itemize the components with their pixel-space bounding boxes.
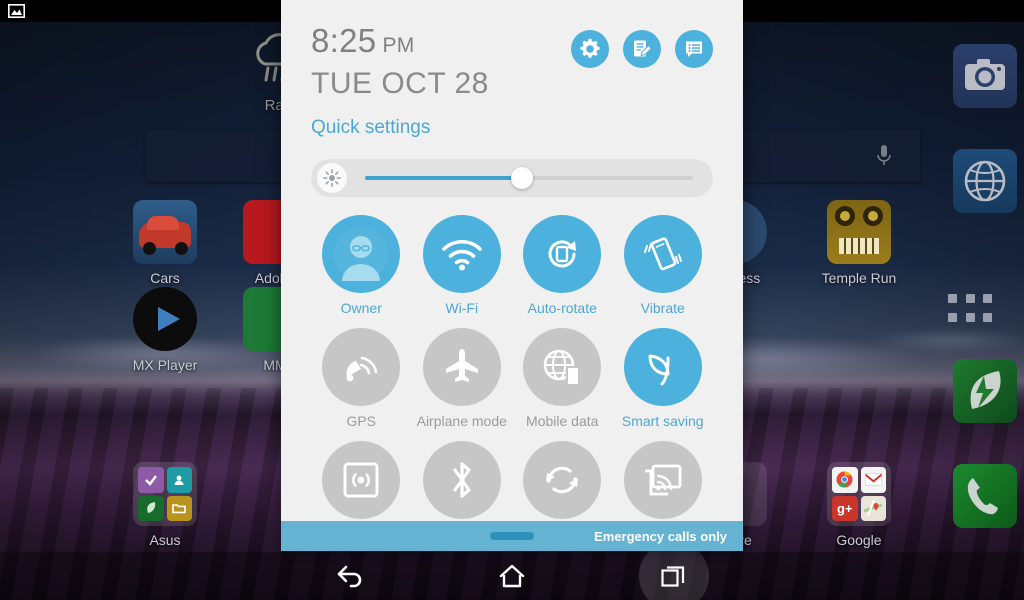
quick-toggle-label: Vibrate	[640, 299, 685, 316]
grid-dot	[948, 312, 957, 322]
app-mx-player[interactable]: MX Player	[110, 287, 220, 373]
brightness-track[interactable]	[365, 166, 693, 189]
google-folder-icon: g+	[827, 462, 891, 526]
cars-icon	[133, 200, 197, 264]
navigation-bar	[0, 552, 1024, 600]
home-button[interactable]	[457, 552, 567, 600]
brightness-thumb[interactable]	[511, 166, 534, 189]
quick-toggle-label: Wi-Fi	[445, 299, 479, 316]
panel-bottom-bar: Emergency calls only	[281, 521, 743, 551]
quick-toggle-smart-saving[interactable]: Smart saving	[613, 327, 714, 429]
clock-time: 8:25 PM	[311, 22, 415, 59]
brightness-icon	[317, 162, 347, 193]
app-label: Cars	[150, 270, 180, 286]
folder-google[interactable]: g+ Google	[804, 462, 914, 548]
clock-date: TUE OCT 28	[311, 67, 489, 100]
folder-label: Asus	[149, 532, 181, 548]
brightness-slider[interactable]	[311, 158, 713, 197]
mobile-data-icon	[523, 327, 602, 406]
panel-top-actions	[571, 24, 713, 68]
microphone-icon	[877, 145, 891, 165]
grid-dot	[965, 294, 975, 303]
bluetooth-icon	[422, 440, 501, 519]
page-title: Quick settings	[311, 116, 431, 138]
emergency-status: Emergency calls only	[594, 528, 727, 544]
quick-toggle-gps[interactable]: GPS	[311, 327, 412, 429]
quick-toggle-vibrate[interactable]: Vibrate	[613, 214, 714, 316]
panel-header: 8:25 PM TUE OCT 28 Quick settings	[311, 0, 713, 139]
camera-icon	[953, 44, 1017, 108]
auto-rotate-icon	[523, 214, 602, 293]
quick-toggle-label: Auto-rotate	[527, 299, 597, 316]
home-icon	[499, 564, 525, 588]
back-arrow-icon	[337, 565, 362, 588]
quick-toggle-airplane-mode[interactable]: Airplane mode	[412, 327, 513, 429]
clock-ampm: PM	[382, 34, 415, 57]
app-temple-run[interactable]: Temple Run	[804, 200, 914, 286]
grid-dot	[983, 294, 993, 303]
vibrate-icon	[623, 214, 702, 293]
user-avatar-icon	[322, 214, 401, 293]
leaf-icon	[623, 327, 702, 406]
quick-toggle-label: GPS	[346, 412, 377, 429]
mx-player-icon	[133, 287, 197, 351]
sync-icon	[523, 440, 602, 519]
screenshot-image-icon	[8, 4, 25, 18]
cast-screen-icon	[623, 440, 702, 519]
quick-toggle-sync[interactable]	[512, 440, 613, 526]
gps-satellite-icon	[322, 327, 401, 406]
quick-toggle-auto-rotate[interactable]: Auto-rotate	[512, 214, 613, 316]
screen: Rain Cars Adobe MX Player MM Temple Run …	[0, 0, 1024, 600]
quick-toggle-label: Smart saving	[621, 412, 704, 429]
grid-dot	[983, 312, 993, 322]
app-drawer-button[interactable]	[948, 294, 994, 324]
quick-toggle-hotspot[interactable]	[311, 440, 412, 526]
grid-dot	[965, 312, 975, 322]
phone-icon	[953, 464, 1017, 528]
quick-toggle-cast[interactable]	[613, 440, 714, 526]
quick-settings-panel: 8:25 PM TUE OCT 28 Quick settings Owner …	[281, 0, 743, 551]
quick-toggle-grid: Owner Wi-Fi Auto-rotate Vibrate GPS Airplane …	[311, 214, 714, 526]
edit-list-icon	[634, 40, 653, 57]
grid-dot	[948, 294, 957, 303]
brightness-fill	[365, 175, 523, 180]
recents-button[interactable]	[619, 552, 729, 600]
wifi-icon	[422, 214, 501, 293]
globe-icon	[953, 149, 1017, 213]
quick-toggle-owner[interactable]: Owner	[311, 214, 412, 316]
leaf-bolt-icon	[953, 359, 1017, 423]
hotspot-icon	[322, 440, 401, 519]
clock-block: 8:25 PM TUE OCT 28 Quick settings	[311, 24, 489, 139]
quick-toggle-label: Airplane mode	[416, 412, 507, 429]
dock-phone[interactable]	[930, 464, 1024, 534]
notifications-button[interactable]	[675, 30, 713, 68]
quick-toggle-label: Owner	[340, 299, 382, 316]
quick-toggle-wifi[interactable]: Wi-Fi	[412, 214, 513, 316]
app-label: Temple Run	[821, 270, 897, 286]
app-label: MX Player	[132, 357, 198, 373]
app-cars[interactable]: Cars	[110, 200, 220, 286]
gear-icon	[580, 38, 600, 58]
maps-icon	[864, 500, 883, 517]
asus-folder-icon	[133, 462, 197, 526]
recent-apps-icon	[661, 566, 685, 587]
panel-drag-handle[interactable]	[490, 532, 534, 540]
quick-toggle-label: Mobile data	[526, 412, 599, 429]
gmail-icon	[864, 473, 882, 487]
dock-power-saver[interactable]	[930, 359, 1024, 429]
notification-list-icon	[686, 41, 702, 57]
google-plus-icon: g+	[836, 500, 853, 516]
back-button[interactable]	[295, 552, 405, 600]
folder-asus[interactable]: Asus	[110, 462, 220, 548]
dock-browser[interactable]	[930, 149, 1024, 219]
dock-camera[interactable]	[930, 44, 1024, 114]
airplane-icon	[422, 327, 501, 406]
chrome-icon	[836, 471, 853, 488]
temple-run-icon	[827, 200, 891, 264]
folder-label: Google	[836, 532, 882, 548]
quick-toggle-bluetooth[interactable]	[412, 440, 513, 526]
settings-button[interactable]	[571, 30, 609, 68]
edit-quick-settings-button[interactable]	[623, 30, 661, 68]
quick-toggle-mobile-data[interactable]: Mobile data	[512, 327, 613, 429]
